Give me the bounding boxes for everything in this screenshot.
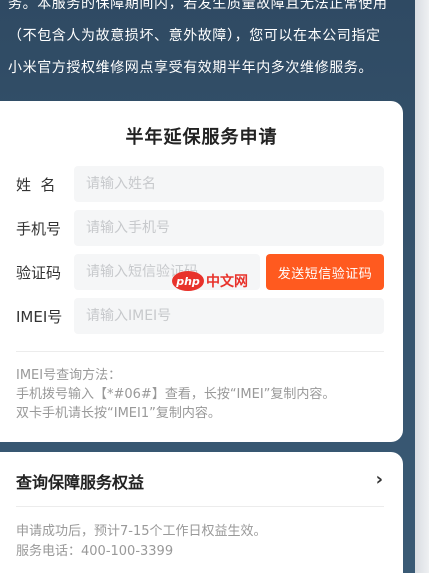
- rights-note: 申请成功后，预计7-15个工作日权益生效。 服务电话：400-100-3399: [16, 522, 267, 562]
- divider: [16, 351, 384, 352]
- watermark-text: 中文网: [206, 274, 248, 290]
- imei-help-title: IMEI号查询方法：: [16, 368, 122, 383]
- phone-label: 手机号: [16, 220, 62, 238]
- phone-row: 手机号: [0, 210, 403, 246]
- rights-title: 查询保障服务权益: [16, 473, 145, 492]
- imei-help-line-1: 手机拨号输入【*#06#】查看，长按“IMEI”复制内容。: [16, 387, 336, 402]
- divider: [16, 506, 384, 507]
- card-title: 半年延保服务申请: [125, 127, 278, 148]
- effective-note: 申请成功后，预计7-15个工作日权益生效。: [16, 524, 267, 539]
- warranty-apply-card: 半年延保服务申请 姓 名 手机号 验证码 发送短信验证码 php 中文网 IME…: [0, 101, 403, 442]
- service-intro: 务。本服务的保障期间内，若发生质量故障且无法正常使用 （不包含人为故意损坏、意外…: [0, 0, 415, 84]
- query-rights-link[interactable]: 查询保障服务权益 ›: [0, 452, 403, 506]
- imei-input[interactable]: [74, 298, 384, 334]
- code-label: 验证码: [16, 264, 62, 282]
- name-label: 姓 名: [16, 176, 56, 194]
- intro-line-1: 务。本服务的保障期间内，若发生质量故障且无法正常使用: [8, 0, 388, 12]
- php-logo-icon: php: [172, 271, 204, 291]
- imei-row: IMEI号: [0, 298, 403, 334]
- rights-card: 查询保障服务权益 › 申请成功后，预计7-15个工作日权益生效。 服务电话：40…: [0, 452, 403, 573]
- name-input[interactable]: [74, 166, 384, 202]
- imei-help-line-2: 双卡手机请长按“IMEI1”复制内容。: [16, 406, 221, 421]
- send-code-button[interactable]: 发送短信验证码: [266, 254, 384, 290]
- intro-line-3: 小米官方授权维修网点享受有效期半年内多次维修服务。: [8, 60, 373, 76]
- php-watermark: php 中文网: [172, 271, 248, 291]
- imei-help: IMEI号查询方法： 手机拨号输入【*#06#】查看，长按“IMEI”复制内容。…: [16, 366, 335, 423]
- imei-label: IMEI号: [16, 308, 63, 326]
- right-edge-strip: [415, 0, 429, 573]
- chevron-right-icon: ›: [375, 469, 383, 490]
- name-row: 姓 名: [0, 166, 403, 202]
- intro-line-2: （不包含人为故意损坏、意外故障），您可以在本公司指定: [8, 28, 381, 44]
- service-phone: 服务电话：400-100-3399: [16, 544, 174, 559]
- phone-input[interactable]: [74, 210, 384, 246]
